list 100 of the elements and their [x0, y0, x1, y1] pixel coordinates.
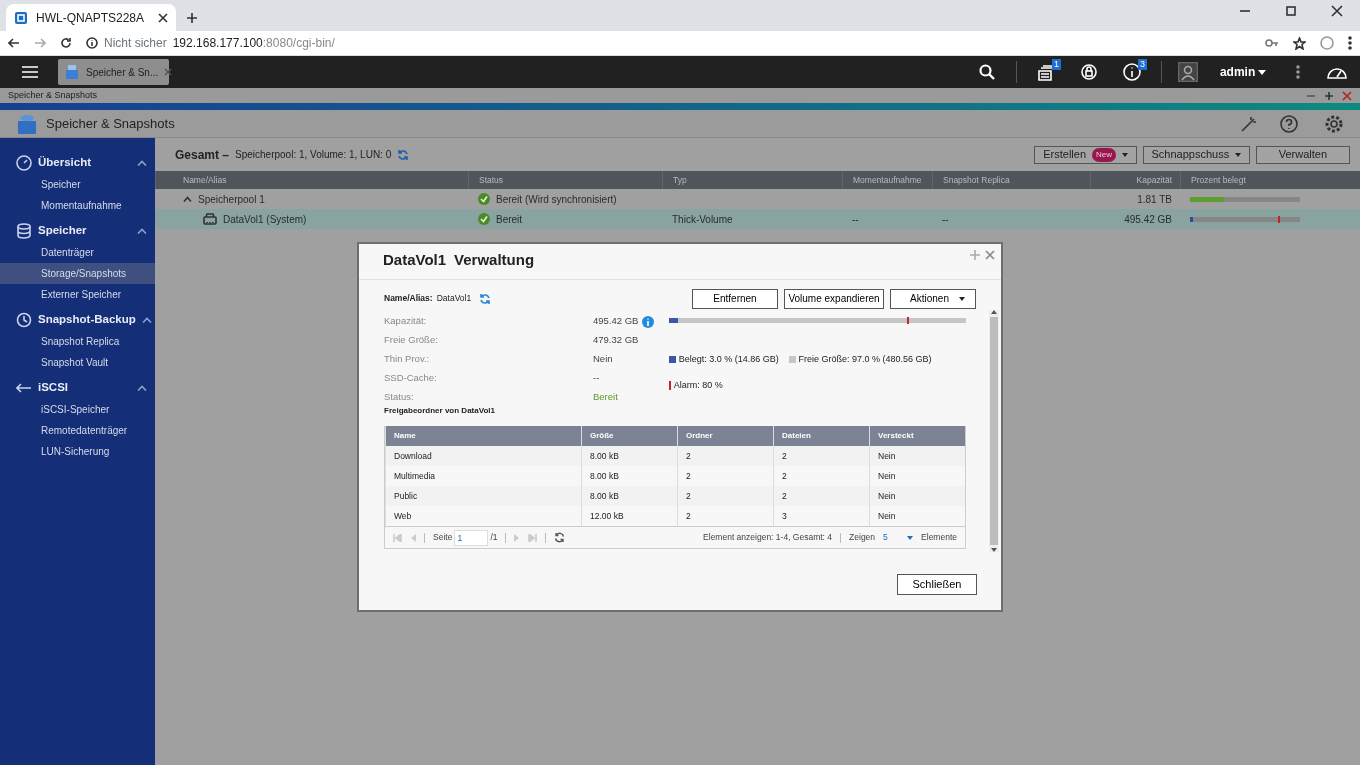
- page-field[interactable]: 1: [454, 529, 489, 546]
- table-cell: 2: [677, 486, 773, 506]
- avatar-icon[interactable]: [1177, 62, 1198, 82]
- sidebar-item[interactable]: iSCSI-Speicher: [0, 399, 155, 420]
- sidebar-item[interactable]: LUN-Sicherung: [0, 441, 155, 462]
- storage-app-icon: [64, 64, 80, 80]
- reload-icon[interactable]: [60, 37, 72, 49]
- sidebar-item[interactable]: Datenträger: [0, 242, 155, 263]
- key-icon[interactable]: [1265, 37, 1279, 49]
- table-row[interactable]: Public 8.00 kB 2 2 Nein: [385, 486, 965, 506]
- close-icon[interactable]: [164, 68, 173, 76]
- close-icon[interactable]: [158, 12, 168, 23]
- table-cell: 3: [773, 506, 869, 526]
- tasks-icon[interactable]: [1036, 64, 1055, 81]
- maximize-icon[interactable]: [1324, 90, 1334, 101]
- sidebar-section[interactable]: Speicher: [0, 220, 155, 242]
- action-button[interactable]: Entfernen: [692, 288, 778, 309]
- app-title: Speicher & Snapshots: [46, 114, 175, 133]
- chevron-up-icon[interactable]: [141, 317, 152, 323]
- property-value: Bereit: [593, 390, 618, 405]
- section-label: Speicher: [38, 223, 88, 239]
- check-icon: [478, 193, 490, 205]
- refresh-icon[interactable]: [554, 532, 566, 543]
- menu-icon[interactable]: [22, 65, 38, 79]
- chevron-up-icon[interactable]: [183, 196, 192, 202]
- search-icon[interactable]: [978, 64, 995, 80]
- clock-icon: [16, 312, 32, 328]
- more-icon[interactable]: [1348, 36, 1352, 50]
- security-label: Nicht sicher: [104, 35, 167, 52]
- more-icon[interactable]: [1296, 65, 1300, 79]
- close-button[interactable]: Schließen: [897, 574, 977, 595]
- caret-icon: [959, 296, 965, 301]
- table-cell-text: 1.81 TB: [1137, 192, 1172, 207]
- caret-icon: [1258, 69, 1266, 75]
- toolbar-button[interactable]: Verwalten: [1255, 145, 1350, 164]
- window-title: Speicher & Snapshots: [8, 88, 98, 102]
- chevron-up-icon[interactable]: [137, 160, 147, 166]
- chevron-up-icon[interactable]: [137, 385, 147, 391]
- refresh-icon[interactable]: [479, 292, 492, 305]
- sidebar-item[interactable]: Snapshot Replica: [0, 331, 155, 352]
- name-label: Name/Alias:: [384, 292, 433, 305]
- table-cell-text: --: [942, 212, 949, 227]
- dropdown-button[interactable]: Schnappschuss: [1142, 145, 1251, 164]
- scrollbar[interactable]: [989, 310, 999, 552]
- sidebar-item[interactable]: Remotedatenträger: [0, 420, 155, 441]
- per-page-select[interactable]: 5: [883, 531, 914, 544]
- table-cell-text: Thick-Volume: [672, 212, 733, 227]
- sidebar-item[interactable]: Snapshot Vault: [0, 352, 155, 373]
- sidebar-item[interactable]: Storage/Snapshots: [0, 263, 155, 284]
- dialog-title: DataVol1: [383, 249, 447, 270]
- table-row[interactable]: Speicherpool 1 Bereit (Wird synchronisiert) 1.81 TB: [155, 189, 1360, 209]
- table-cell-text: Speicherpool 1: [198, 192, 265, 207]
- new-tab-icon[interactable]: [186, 12, 198, 24]
- maximize-icon[interactable]: [1285, 5, 1297, 17]
- table-row[interactable]: Web 12.00 kB 2 3 Nein: [385, 506, 965, 526]
- star-icon[interactable]: [1293, 36, 1306, 50]
- property-value: Nein: [593, 352, 613, 367]
- dropdown-button[interactable]: Erstellen New: [1034, 145, 1137, 164]
- storage-app-icon: [16, 112, 38, 135]
- user-menu[interactable]: admin: [1219, 63, 1266, 81]
- gauge-icon: [16, 155, 32, 171]
- legend-label: Freie Größe: 97.0 % (480.56 GB): [798, 353, 932, 366]
- close-icon[interactable]: [1331, 5, 1343, 17]
- table-cell: 12.00 kB: [581, 506, 677, 526]
- sidebar-section[interactable]: iSCSI: [0, 377, 155, 399]
- column-header: Momentaufnahme: [842, 171, 932, 189]
- caret-icon: [907, 535, 914, 540]
- table-cell: Nein: [869, 446, 965, 466]
- section-label: Übersicht: [38, 155, 93, 171]
- settings-icon[interactable]: [1324, 113, 1344, 134]
- sidebar-section[interactable]: Snapshot-Backup: [0, 309, 155, 331]
- per-page-value: 5: [883, 531, 888, 544]
- table-cell-text: --: [852, 212, 859, 227]
- scroll-up-icon[interactable]: [991, 310, 997, 314]
- section-label: Snapshot-Backup: [38, 312, 136, 328]
- table-cell: 8.00 kB: [581, 486, 677, 506]
- action-button[interactable]: Volume expandieren: [784, 288, 884, 309]
- chevron-up-icon[interactable]: [137, 228, 147, 234]
- table-cell: 8.00 kB: [581, 446, 677, 466]
- dropdown-button[interactable]: Aktionen: [890, 288, 976, 309]
- sidebar-item[interactable]: Speicher: [0, 174, 155, 195]
- sidebar-item[interactable]: Momentaufnahme: [0, 195, 155, 216]
- profile-icon[interactable]: [1320, 36, 1334, 50]
- column-header: Status: [468, 171, 662, 189]
- back-icon[interactable]: [8, 37, 20, 49]
- property-label: Freie Größe:: [384, 333, 439, 348]
- status-text: Bereit (Wird synchronisiert): [496, 192, 617, 207]
- help-icon[interactable]: [1280, 114, 1298, 133]
- legend-label: Belegt: 3.0 % (14.86 GB): [678, 353, 779, 366]
- info-icon[interactable]: [1122, 63, 1141, 82]
- sidebar-section[interactable]: Übersicht: [0, 152, 155, 174]
- wand-icon[interactable]: [1240, 114, 1258, 133]
- table-row[interactable]: DataVol1 (System) Bereit Thick-Volume -- -- 495.42 GB: [155, 209, 1360, 229]
- user-name: admin: [1219, 64, 1256, 81]
- sidebar-item[interactable]: Externer Speicher: [0, 284, 155, 305]
- url-text[interactable]: 192.168.177.100:8080/cgi-bin/: [172, 34, 335, 52]
- count-badge: 3: [1137, 58, 1147, 70]
- check-icon: [478, 213, 490, 225]
- scroll-down-icon[interactable]: [991, 548, 997, 552]
- table-row[interactable]: Download 8.00 kB 2 2 Nein: [385, 446, 965, 466]
